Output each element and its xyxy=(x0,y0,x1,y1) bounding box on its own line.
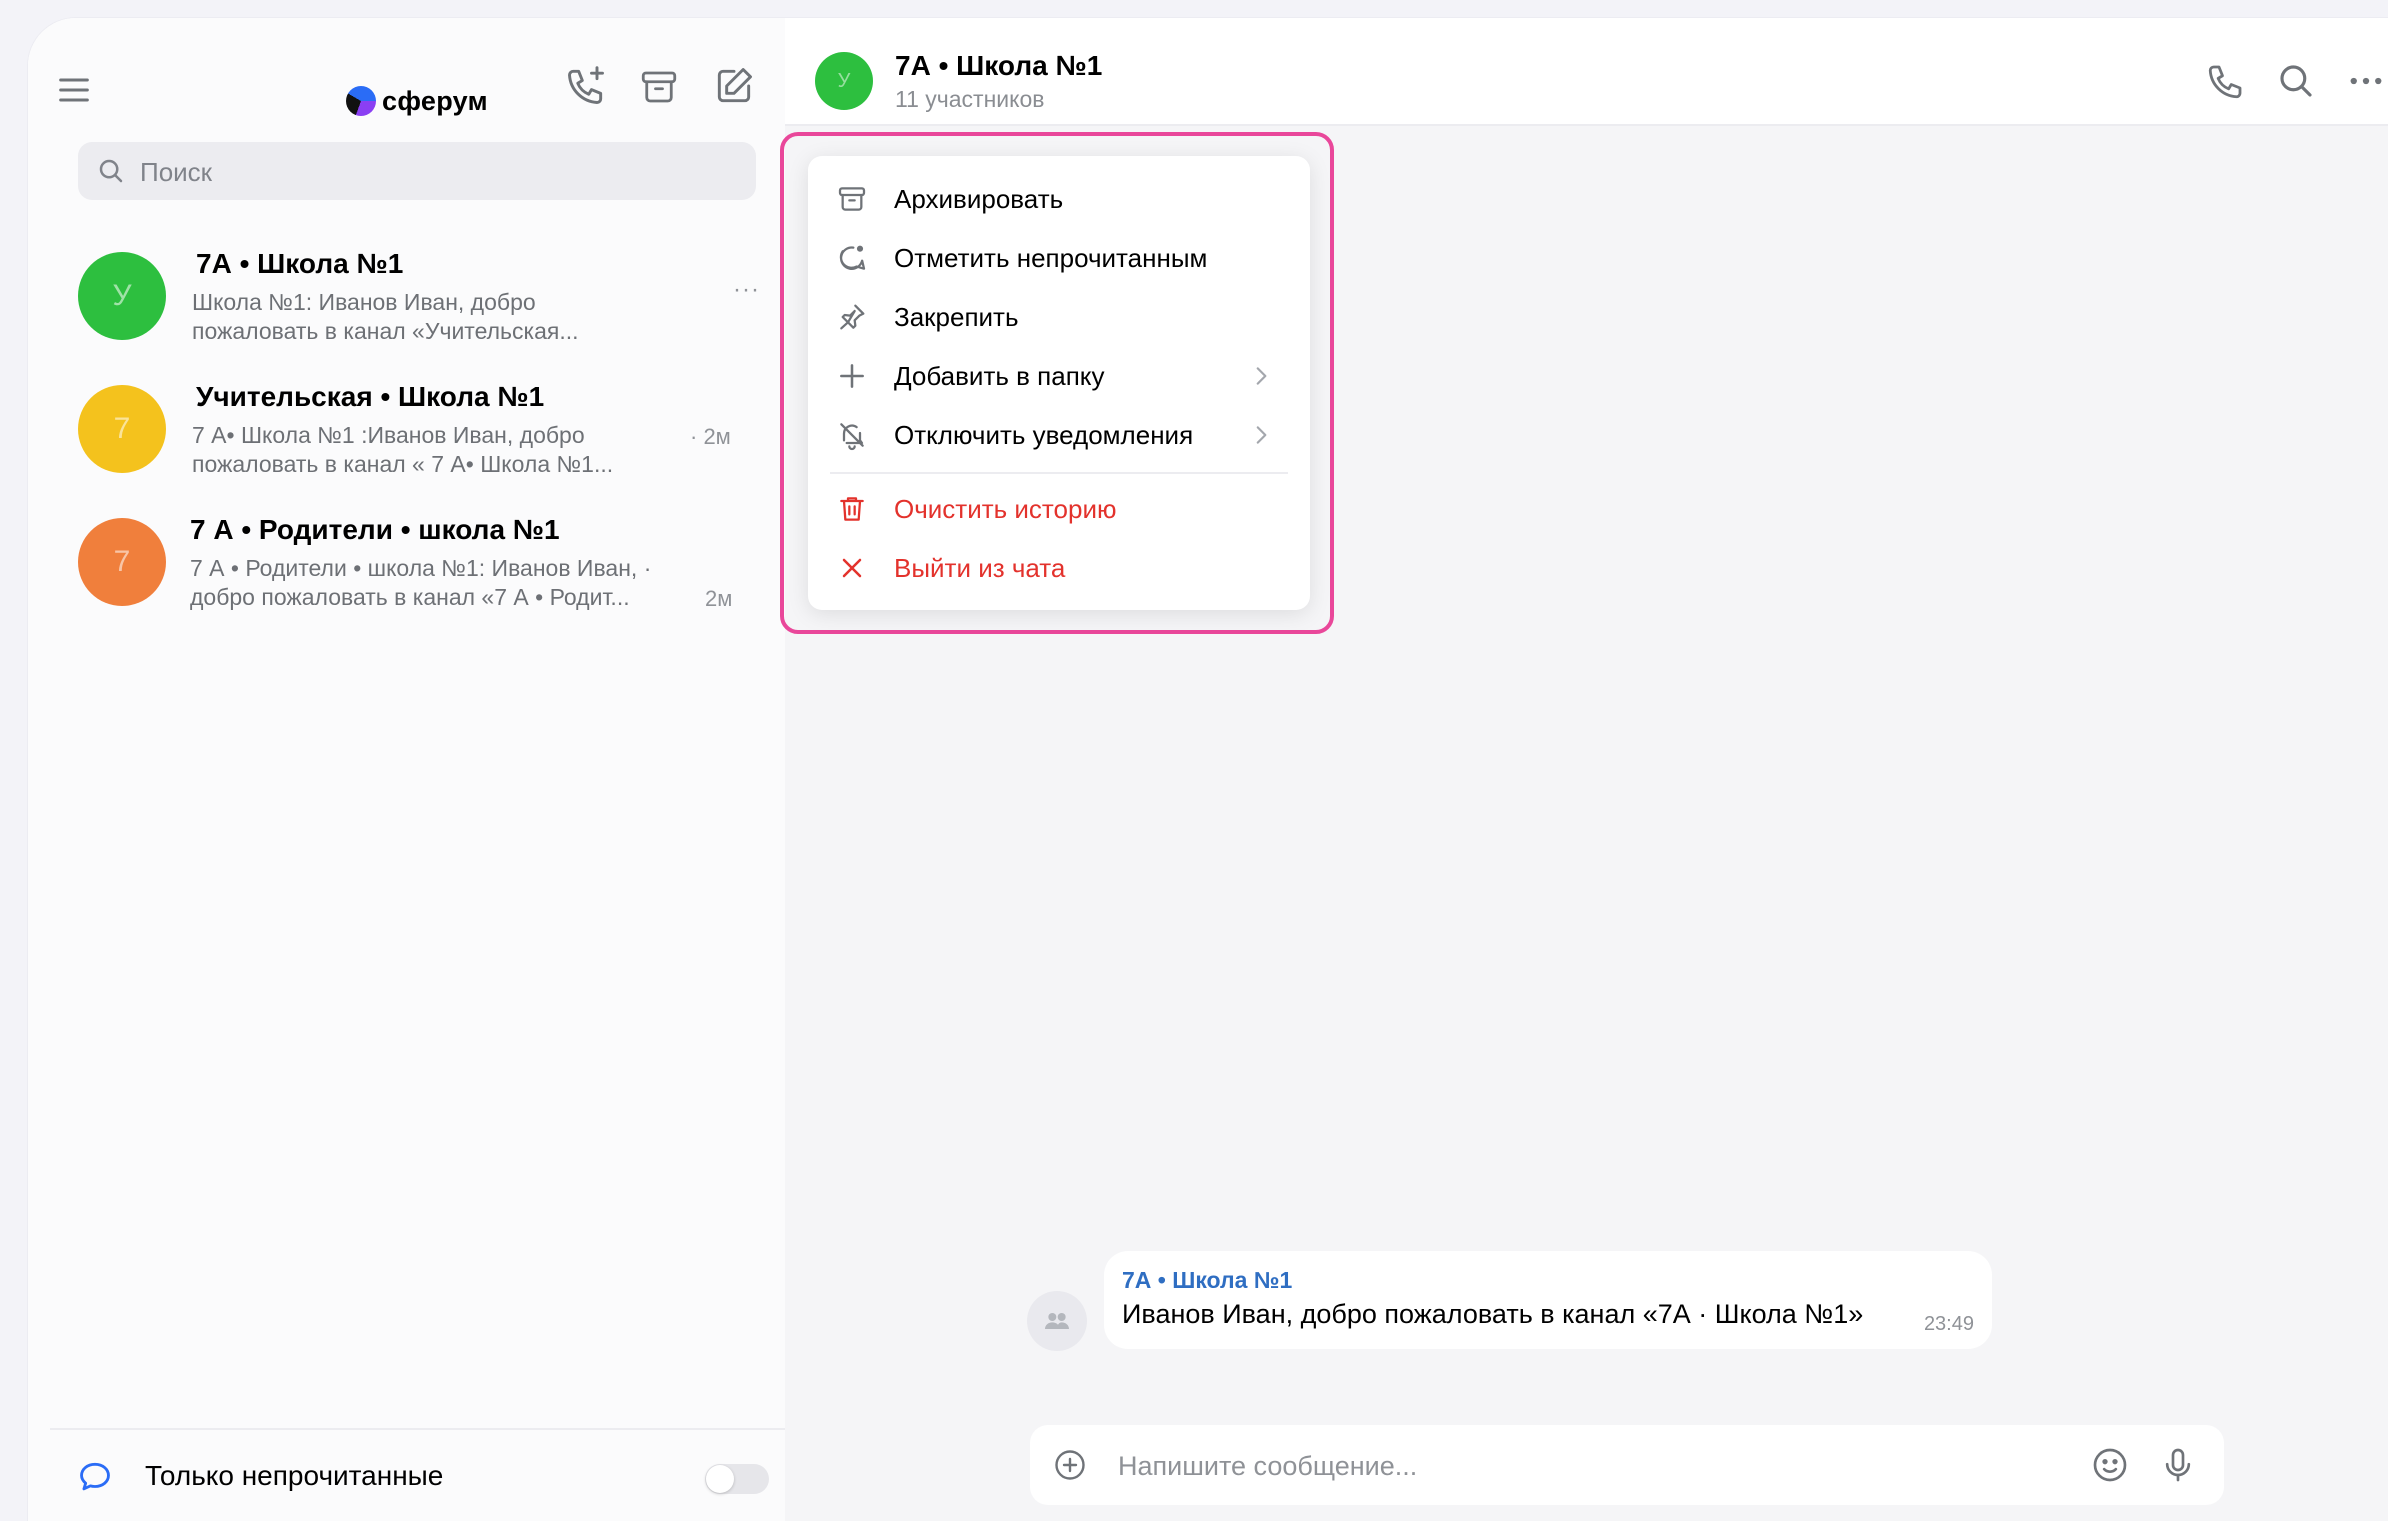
chat-header-avatar[interactable]: У xyxy=(815,52,873,110)
menu-item-label: Добавить в папку xyxy=(894,361,1105,391)
microphone-icon[interactable] xyxy=(2158,1445,2198,1485)
chat-time: 2м xyxy=(705,586,733,611)
app-logo: сферум xyxy=(346,80,488,122)
menu-item-leave-chat[interactable]: Выйти из чата xyxy=(808,539,1310,597)
compose-icon[interactable] xyxy=(712,64,756,108)
message-bubble[interactable]: 7А • Школа №1 Иванов Иван, добро пожалов… xyxy=(1104,1251,1992,1349)
search-bar[interactable] xyxy=(78,142,756,202)
chat-list-item[interactable]: 7 7 А • Родители • школа №1 7 А • Родите… xyxy=(78,514,778,634)
pin-icon xyxy=(836,301,868,333)
search-icon[interactable] xyxy=(2275,60,2317,102)
menu-divider xyxy=(830,472,1288,474)
chat-title: Учительская • Школа №1 xyxy=(196,381,545,412)
chat-avatar: У xyxy=(78,252,166,340)
sidebar: сферум У 7А • Школа №1 Школа №1: Иванов … xyxy=(28,18,787,1521)
menu-item-label: Очистить историю xyxy=(894,494,1117,524)
chat-preview-line: 7 А• Школа №1 :Иванов Иван, добро xyxy=(192,422,585,448)
avatar-letter: 7 xyxy=(113,545,131,578)
message-input[interactable] xyxy=(1116,1425,2020,1507)
chat-preview-line: пожаловать в канал « 7 А• Школа №1... xyxy=(192,451,614,477)
chat-title: 7 А • Родители • школа №1 xyxy=(190,514,560,545)
archive-icon[interactable] xyxy=(638,66,680,108)
message-sender-avatar[interactable] xyxy=(1027,1291,1087,1351)
chat-title: 7А • Школа №1 xyxy=(196,248,404,279)
search-icon xyxy=(96,156,126,186)
message-author[interactable]: 7А • Школа №1 xyxy=(1122,1267,1292,1294)
search-input[interactable] xyxy=(138,142,742,202)
menu-item-add-to-folder[interactable]: Добавить в папку xyxy=(808,347,1310,405)
menu-item-mark-unread[interactable]: Отметить непрочитанным xyxy=(808,229,1310,287)
avatar-letter: 7 xyxy=(113,412,131,445)
menu-item-label: Закрепить xyxy=(894,302,1019,332)
unread-only-label: Только непрочитанные xyxy=(145,1460,444,1491)
menu-item-label: Отметить непрочитанным xyxy=(894,243,1208,273)
message-composer xyxy=(1030,1425,2224,1507)
chat-header-title[interactable]: 7А • Школа №1 xyxy=(895,50,1102,82)
chat-time: · 2м xyxy=(690,424,731,449)
emoji-icon[interactable] xyxy=(2090,1445,2130,1485)
attach-plus-icon[interactable] xyxy=(1052,1447,1088,1483)
chat-preview-line: пожаловать в канал «Учительская... xyxy=(192,318,579,344)
menu-item-label: Архивировать xyxy=(894,184,1064,214)
menu-item-archive[interactable]: Архивировать xyxy=(808,170,1310,228)
menu-item-label: Выйти из чата xyxy=(894,553,1066,583)
chat-header: У 7А • Школа №1 11 участников xyxy=(785,18,2388,126)
avatar-letter: У xyxy=(112,279,132,312)
chat-context-menu: Архивировать Отметить непрочитанным Закр… xyxy=(808,156,1310,610)
avatar-letter: У xyxy=(837,69,851,92)
logo-icon xyxy=(346,86,376,116)
chat-preview-line: добро пожаловать в канал «7 А • Родит... xyxy=(190,584,630,610)
menu-item-mute[interactable]: Отключить уведомления xyxy=(808,406,1310,464)
menu-item-clear-history[interactable]: Очистить историю xyxy=(808,480,1310,538)
unread-filter-bar: Только непрочитанные xyxy=(50,1428,785,1521)
mark-unread-icon xyxy=(836,242,868,274)
menu-item-pin[interactable]: Закрепить xyxy=(808,288,1310,346)
chat-bubble-icon xyxy=(76,1458,114,1496)
chat-preview: Школа №1: Иванов Иван, добро пожаловать … xyxy=(192,288,579,346)
trash-icon xyxy=(836,493,868,525)
plus-icon xyxy=(836,360,868,392)
message-text: Иванов Иван, добро пожаловать в канал «7… xyxy=(1122,1299,1864,1329)
chevron-right-icon xyxy=(1248,422,1274,448)
chat-member-count: 11 участников xyxy=(895,86,1045,112)
chat-avatar: 7 xyxy=(78,518,166,606)
archive-icon xyxy=(836,183,868,215)
group-icon xyxy=(1041,1305,1073,1337)
phone-icon[interactable] xyxy=(2205,60,2247,102)
toggle-knob xyxy=(706,1465,734,1493)
app-name: сферум xyxy=(382,85,488,116)
close-icon xyxy=(836,552,868,584)
chat-list-item[interactable]: 7 Учительская • Школа №1 7 А• Школа №1 :… xyxy=(78,381,778,501)
bell-off-icon xyxy=(836,419,868,451)
chat-preview: 7 А• Школа №1 :Иванов Иван, добро пожало… xyxy=(192,421,613,479)
message-time: 23:49 xyxy=(1923,1313,1974,1335)
more-icon[interactable] xyxy=(2345,60,2387,102)
chat-more-button[interactable]: ··· xyxy=(733,276,760,304)
chat-list-item[interactable]: У 7А • Школа №1 Школа №1: Иванов Иван, д… xyxy=(78,248,778,368)
chat-preview-line: Школа №1: Иванов Иван, добро xyxy=(192,289,536,315)
menu-icon[interactable] xyxy=(54,70,94,110)
unread-only-toggle[interactable] xyxy=(705,1464,769,1494)
chat-preview: 7 А • Родители • школа №1: Иванов Иван, … xyxy=(190,554,651,612)
chat-preview-line: 7 А • Родители • школа №1: Иванов Иван, … xyxy=(190,555,652,581)
chat-avatar: 7 xyxy=(78,385,166,473)
call-add-icon[interactable] xyxy=(564,64,608,108)
menu-item-label: Отключить уведомления xyxy=(894,420,1194,450)
chevron-right-icon xyxy=(1248,363,1274,389)
